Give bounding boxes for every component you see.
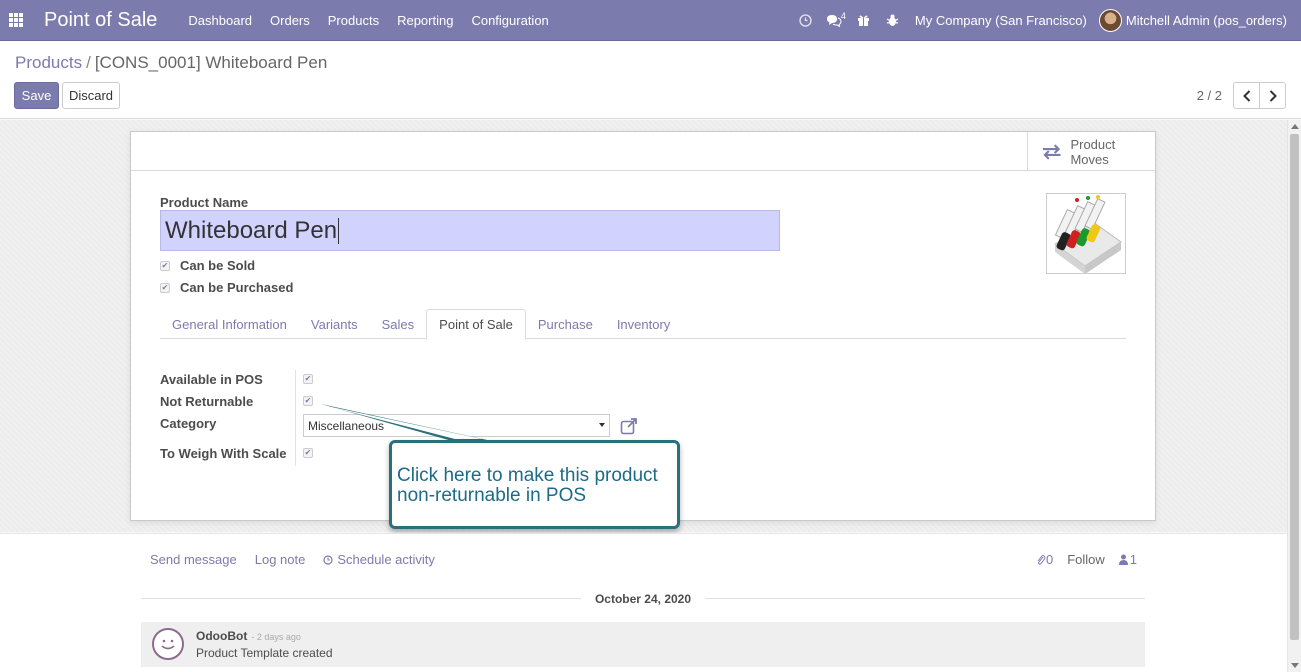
paperclip-icon: [1037, 554, 1046, 565]
menu-item-configuration[interactable]: Configuration: [462, 0, 557, 41]
product-moves-label: Product Moves: [1070, 136, 1116, 167]
chevron-right-icon: [1269, 89, 1277, 102]
menu-item-reporting[interactable]: Reporting: [388, 0, 462, 41]
send-message-button[interactable]: Send message: [150, 552, 237, 567]
chatter-right-tools: 0 Follow 1: [1022, 552, 1137, 567]
log-note-button[interactable]: Log note: [255, 552, 306, 567]
user-name: Mitchell Admin (pos_orders): [1125, 13, 1287, 28]
chevron-left-icon: [1242, 89, 1250, 102]
product-image[interactable]: [1046, 193, 1126, 274]
navbar-systray: 4 My Company (San Francisco) Mitchell Ad…: [791, 0, 1301, 41]
can-be-sold-row: ✔ Can be Sold: [160, 258, 255, 273]
can-be-purchased-checkbox[interactable]: ✔: [160, 282, 170, 293]
field-divider: [295, 370, 296, 466]
breadcrumb-products-link[interactable]: Products: [15, 53, 82, 72]
notebook-tabs: General Information Variants Sales Point…: [160, 309, 1126, 340]
available-in-pos-checkbox[interactable]: ✔: [303, 374, 313, 384]
schedule-activity-label: Schedule activity: [337, 552, 435, 567]
message-author: OdooBot - 2 days ago: [196, 629, 301, 643]
main-menu: Dashboard Orders Products Reporting Conf…: [179, 0, 557, 41]
not-returnable-checkbox[interactable]: ✔: [303, 396, 313, 406]
user-avatar: [1098, 9, 1122, 32]
attachments-button[interactable]: 0: [1036, 552, 1053, 567]
pager-value: 2 / 2: [1196, 88, 1222, 103]
tab-variants[interactable]: Variants: [299, 309, 370, 339]
can-be-purchased-label: Can be Purchased: [180, 280, 294, 295]
category-label: Category: [160, 416, 217, 431]
tutorial-callout: Click here to make this product non-retu…: [389, 440, 680, 529]
chevron-down-icon: [599, 423, 605, 427]
scroll-up-arrow-icon[interactable]: [1291, 124, 1299, 129]
breadcrumb: Products / [CONS_0001] Whiteboard Pen: [15, 53, 327, 73]
not-returnable-label: Not Returnable: [160, 394, 254, 409]
menu-item-products[interactable]: Products: [319, 0, 388, 41]
product-name-label: Product Name: [160, 195, 249, 210]
scroll-down-arrow-icon[interactable]: [1291, 663, 1299, 668]
available-in-pos-label: Available in POS: [160, 372, 263, 387]
vertical-scrollbar[interactable]: [1287, 120, 1301, 672]
tab-general-information[interactable]: General Information: [160, 309, 299, 339]
to-weigh-label: To Weigh With Scale: [160, 446, 287, 461]
apps-menu-icon[interactable]: [1, 0, 31, 41]
breadcrumb-separator: /: [86, 53, 91, 72]
product-moves-button[interactable]: Product Moves: [1027, 132, 1155, 171]
company-switcher[interactable]: My Company (San Francisco): [907, 13, 1099, 28]
scroll-thumb[interactable]: [1290, 134, 1299, 640]
debug-bug-icon[interactable]: [878, 0, 907, 41]
save-button[interactable]: Save: [14, 82, 59, 109]
can-be-purchased-row: ✔ Can be Purchased: [160, 280, 293, 295]
clock-icon: [323, 554, 333, 565]
date-separator-label: October 24, 2020: [594, 592, 692, 606]
category-value: Miscellaneous: [308, 418, 385, 433]
odoobot-avatar[interactable]: [152, 628, 184, 660]
menu-item-orders[interactable]: Orders: [261, 0, 319, 41]
attachments-count: 0: [1045, 552, 1054, 567]
gift-icon[interactable]: [849, 0, 878, 41]
smiley-icon: [161, 639, 175, 650]
app-title[interactable]: Point of Sale: [44, 9, 157, 32]
breadcrumb-current: [CONS_0001] Whiteboard Pen: [94, 53, 328, 72]
message-author-name[interactable]: OdooBot: [196, 629, 247, 643]
discard-button[interactable]: Discard: [62, 82, 120, 109]
chatter-topbar: Send message Log note Schedule activity: [150, 552, 453, 567]
product-name-value: Whiteboard Pen: [165, 216, 338, 244]
exchange-arrows-icon: [1042, 143, 1061, 160]
external-link-icon[interactable]: [620, 417, 638, 435]
message-time: - 2 days ago: [251, 632, 301, 642]
chatter-message: OdooBot - 2 days ago Product Template cre…: [141, 622, 1145, 667]
top-navbar: Point of Sale Dashboard Orders Products …: [0, 0, 1301, 41]
follow-button[interactable]: Follow: [1067, 552, 1105, 567]
text-caret: [338, 217, 340, 244]
tab-inventory[interactable]: Inventory: [605, 309, 682, 339]
can-be-sold-checkbox[interactable]: ✔: [160, 260, 170, 271]
chat-icon[interactable]: 4: [820, 0, 849, 41]
pager-previous-button[interactable]: [1233, 82, 1260, 109]
followers-count: 1: [1129, 552, 1137, 567]
tab-point-of-sale[interactable]: Point of Sale: [426, 309, 526, 340]
control-panel: Products / [CONS_0001] Whiteboard Pen Save…: [0, 41, 1301, 119]
user-menu[interactable]: Mitchell Admin (pos_orders): [1098, 9, 1301, 32]
pager-next-button[interactable]: [1259, 82, 1286, 109]
to-weigh-checkbox[interactable]: ✔: [303, 448, 313, 458]
smart-button-box: Product Moves: [131, 132, 1155, 171]
date-separator: October 24, 2020: [141, 592, 1145, 606]
category-select[interactable]: Miscellaneous: [303, 414, 610, 437]
menu-item-dashboard[interactable]: Dashboard: [179, 0, 261, 41]
callout-text-line2: non-returnable in POS: [397, 485, 587, 506]
schedule-activity-button[interactable]: Schedule activity: [323, 552, 435, 567]
user-icon: [1118, 554, 1128, 565]
product-name-input[interactable]: Whiteboard Pen: [160, 210, 780, 251]
chatter: Send message Log note Schedule activity …: [0, 533, 1287, 672]
activity-clock-icon[interactable]: [791, 0, 820, 41]
followers-button[interactable]: 1: [1118, 552, 1137, 567]
message-body: Product Template created: [196, 646, 333, 660]
callout-text-line1: Click here to make this product: [397, 465, 658, 486]
can-be-sold-label: Can be Sold: [180, 258, 256, 273]
tab-purchase[interactable]: Purchase: [526, 309, 605, 339]
messages-badge: 4: [840, 11, 846, 21]
tab-sales[interactable]: Sales: [370, 309, 427, 339]
